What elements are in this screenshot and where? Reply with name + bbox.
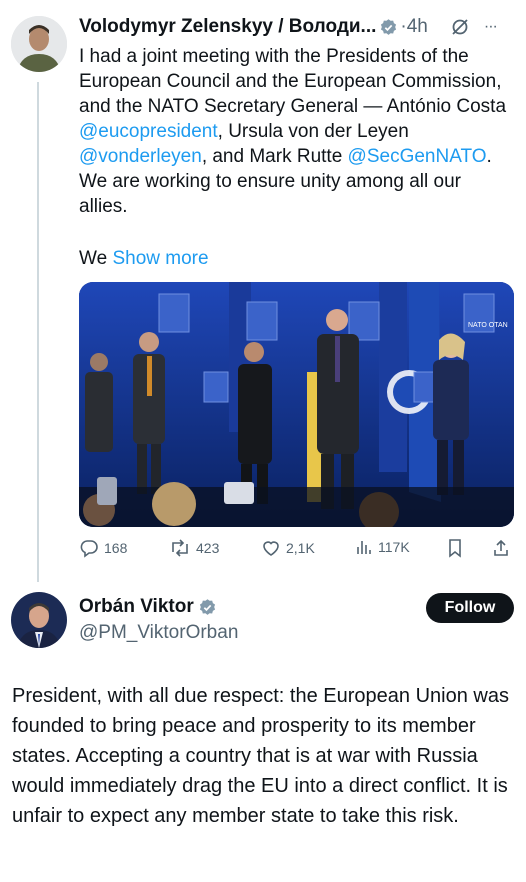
- like-count: 2,1K: [286, 540, 315, 556]
- reply-header: Orbán Viktor: [79, 596, 217, 618]
- repost-icon: [169, 538, 191, 558]
- action-bar: 168 423 2,1K 117K: [79, 538, 515, 562]
- tweet-text-part: , Ursula von der Leyen: [217, 121, 409, 142]
- repost-count: 423: [196, 540, 220, 556]
- tweet-text-part: , and Mark Rutte: [201, 146, 348, 167]
- views-icon: [355, 538, 373, 556]
- show-more-link[interactable]: Show more: [112, 248, 208, 269]
- thread-line: [37, 82, 39, 582]
- share-button[interactable]: [491, 538, 511, 558]
- verified-badge-icon: [379, 18, 398, 37]
- avatar[interactable]: [11, 16, 67, 72]
- verified-badge-icon: [198, 598, 217, 617]
- bookmark-button[interactable]: [446, 538, 464, 558]
- reply-avatar[interactable]: [11, 592, 67, 648]
- follow-button[interactable]: Follow: [426, 593, 514, 623]
- reply-author-name[interactable]: Orbán Viktor: [79, 596, 194, 618]
- heart-icon: [261, 538, 281, 558]
- photo-banner-text: NATO OTAN: [468, 322, 508, 329]
- share-icon: [491, 538, 511, 558]
- more-icon[interactable]: ···: [484, 18, 498, 36]
- reply-icon: [79, 538, 99, 558]
- reply-text: President, with all due respect: the Eur…: [12, 685, 509, 827]
- tweet-header: Volodymyr Zelenskyy / Володи... ·4h ···: [79, 16, 498, 38]
- views-count: 117K: [378, 539, 410, 555]
- mention-secgennato[interactable]: @SecGenNATO: [348, 146, 487, 167]
- mention-eucopresident[interactable]: @eucopresident: [79, 121, 218, 142]
- tweet-photo[interactable]: NATO OTAN: [79, 282, 514, 527]
- show-more-row: We Show more: [79, 248, 209, 270]
- author-name[interactable]: Volodymyr Zelenskyy / Володи...: [79, 16, 376, 38]
- tweet-time[interactable]: ·4h: [400, 16, 427, 38]
- grok-icon[interactable]: [450, 17, 470, 37]
- views-button[interactable]: 117K: [355, 538, 410, 556]
- reply-handle[interactable]: @PM_ViktorOrban: [79, 622, 238, 644]
- repost-button[interactable]: 423: [169, 538, 219, 558]
- tweet-text: I had a joint meeting with the President…: [79, 44, 509, 219]
- tweet-text-part: I had a joint meeting with the President…: [79, 46, 507, 117]
- truncated-text: We: [79, 248, 108, 269]
- bookmark-icon: [446, 538, 464, 558]
- reply-count: 168: [104, 540, 128, 556]
- reply-button[interactable]: 168: [79, 538, 127, 558]
- mention-vonderleyen[interactable]: @vonderleyen: [79, 146, 202, 167]
- like-button[interactable]: 2,1K: [261, 538, 315, 558]
